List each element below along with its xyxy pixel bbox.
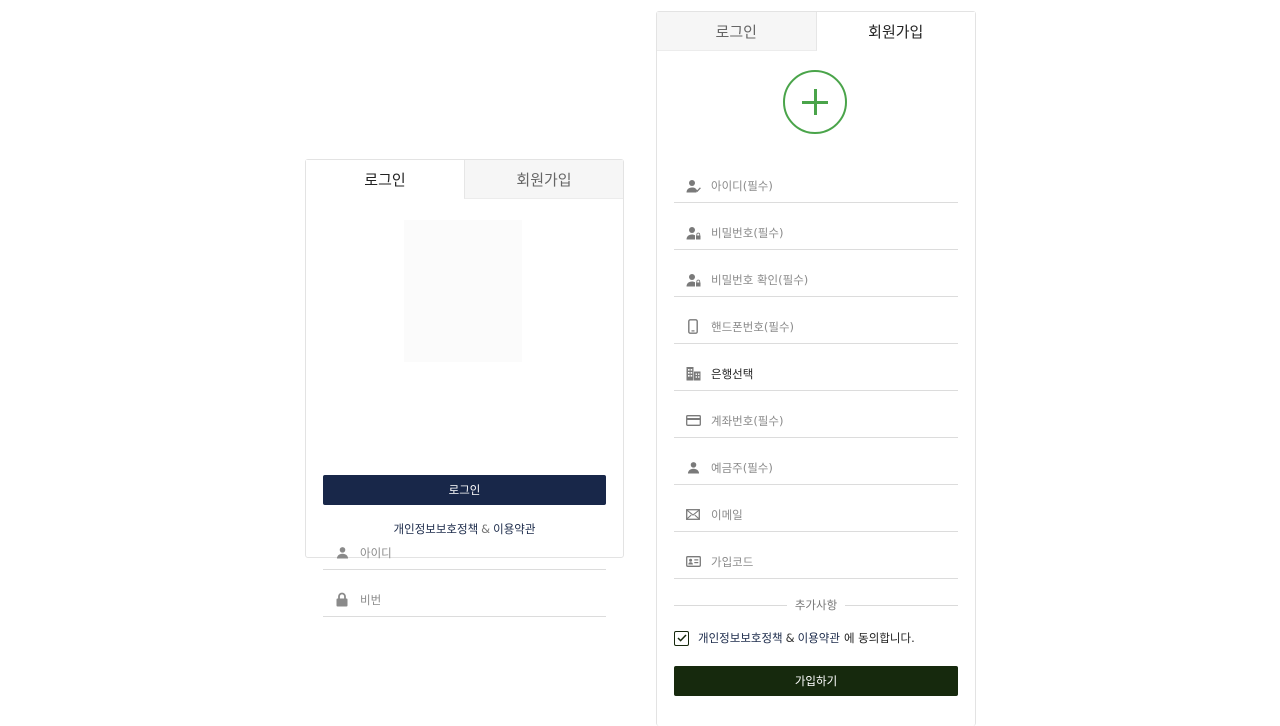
signup-button[interactable]: 가입하기 <box>674 666 958 696</box>
tab-login[interactable]: 로그인 <box>306 160 464 199</box>
policy-links: 개인정보보호정책 & 이용약관 <box>306 521 623 537</box>
card-icon <box>685 413 701 429</box>
lock-icon <box>334 592 350 608</box>
agree-checkbox[interactable] <box>674 630 689 646</box>
signup-holder-field[interactable] <box>674 451 958 485</box>
signup-password-confirm-field[interactable] <box>674 263 958 297</box>
signup-email-input[interactable] <box>711 507 958 522</box>
add-photo-button[interactable] <box>783 70 847 134</box>
bank-select-value: 은행선택 <box>711 366 754 381</box>
signup-code-input[interactable] <box>711 554 958 569</box>
extra-section-label: 추가사항 <box>794 598 838 612</box>
mail-icon <box>685 507 701 523</box>
login-button[interactable]: 로그인 <box>323 475 606 505</box>
user-icon <box>685 460 701 476</box>
agree-text: 에 동의합니다. <box>843 631 915 645</box>
signup-password-confirm-input[interactable] <box>711 272 958 287</box>
tab-login[interactable]: 로그인 <box>657 12 817 51</box>
login-tabs: 로그인 회원가입 <box>306 160 623 199</box>
tab-signup[interactable]: 회원가입 <box>816 12 975 51</box>
signup-phone-field[interactable] <box>674 310 958 344</box>
login-password-input[interactable] <box>360 592 606 607</box>
divider-line <box>674 604 787 606</box>
user-check-icon <box>685 178 701 194</box>
ampersand: & <box>481 522 491 536</box>
privacy-policy-link[interactable]: 개인정보보호정책 <box>394 522 479 536</box>
signup-account-field[interactable] <box>674 404 958 438</box>
signup-holder-input[interactable] <box>711 460 958 475</box>
phone-icon <box>685 319 701 335</box>
signup-phone-input[interactable] <box>711 319 958 334</box>
signup-id-input[interactable] <box>711 178 958 193</box>
user-lock-icon <box>685 272 701 288</box>
id-card-icon <box>685 554 701 570</box>
user-lock-icon <box>685 225 701 241</box>
signup-password-input[interactable] <box>711 225 958 240</box>
terms-link[interactable]: 이용약관 <box>798 630 840 646</box>
login-panel: 로그인 회원가입 로그인 개인정보보호정책&이용약관 <box>305 159 624 617</box>
login-id-field[interactable] <box>323 536 606 570</box>
signup-code-field[interactable] <box>674 545 958 579</box>
divider-line <box>845 604 959 606</box>
signup-email-field[interactable] <box>674 498 958 532</box>
signup-tabs: 로그인 회원가입 <box>657 12 975 51</box>
agree-row: 개인정보보호정책 & 이용약관 에 동의합니다. <box>674 630 915 646</box>
user-icon <box>334 545 350 561</box>
logo-placeholder <box>404 220 522 362</box>
terms-link[interactable]: 이용약관 <box>493 522 535 536</box>
privacy-policy-link[interactable]: 개인정보보호정책 <box>698 630 783 646</box>
signup-password-field[interactable] <box>674 216 958 250</box>
ampersand: & <box>785 631 795 645</box>
login-password-field[interactable] <box>323 583 606 617</box>
signup-account-input[interactable] <box>711 413 958 428</box>
signup-id-field[interactable] <box>674 169 958 203</box>
login-id-input[interactable] <box>360 545 606 560</box>
tab-signup[interactable]: 회원가입 <box>464 160 623 199</box>
check-icon <box>676 634 687 642</box>
extra-section-divider: 추가사항 <box>674 597 959 613</box>
signup-bank-select[interactable]: 은행선택 <box>674 357 958 391</box>
bank-icon <box>685 366 701 382</box>
signup-panel: 로그인 회원가입 은행선택 <box>656 11 976 726</box>
